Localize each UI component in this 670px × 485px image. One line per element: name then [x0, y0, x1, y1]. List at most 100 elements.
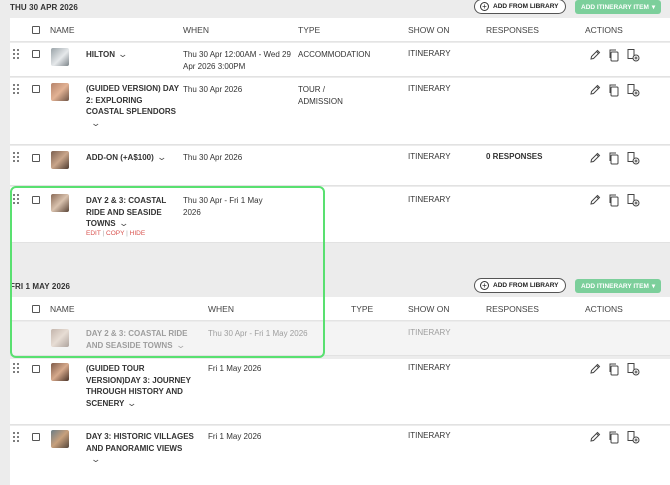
section-header-fri: FRI 1 MAY 2026 + ADD FROM LIBRARY ADD IT… [0, 278, 670, 295]
item-name[interactable]: DAY 2 & 3: COASTAL RIDE AND SEASIDE TOWN… [86, 195, 180, 230]
table-header: NAME WHEN TYPE SHOW ON RESPONSES ACTIONS [10, 18, 670, 42]
item-thumbnail [51, 83, 69, 101]
table-header: NAME WHEN TYPE SHOW ON RESPONSES ACTIONS [10, 297, 670, 321]
chevron-down-icon: ⌄ [175, 339, 186, 350]
move-day-icon[interactable] [626, 151, 640, 165]
col-when: WHEN [183, 25, 209, 35]
item-thumbnail [51, 363, 69, 381]
hide-link[interactable]: HIDE [130, 230, 146, 237]
copy-icon[interactable] [607, 83, 621, 97]
item-thumbnail [51, 194, 69, 212]
copy-icon[interactable] [607, 48, 621, 62]
item-when: Thu 30 Apr - Fri 1 May 2026 [183, 196, 263, 217]
copy-icon[interactable] [607, 430, 621, 444]
item-responses[interactable]: 0 RESPONSES [486, 152, 542, 161]
row-checkbox[interactable] [32, 85, 40, 93]
table-row[interactable]: (GUIDED TOUR VERSION)DAY 3: JOURNEY THRO… [10, 359, 670, 425]
drag-handle-icon[interactable] [13, 363, 21, 373]
item-name[interactable]: (GUIDED TOUR VERSION)DAY 3: JOURNEY THRO… [86, 363, 196, 409]
copy-link[interactable]: COPY [106, 230, 124, 237]
drag-handle-icon[interactable] [13, 432, 21, 442]
chevron-down-icon[interactable]: ⌄ [127, 398, 138, 410]
section-date: THU 30 APR 2026 [10, 3, 78, 12]
plus-circle-icon: + [480, 281, 489, 290]
item-name: DAY 2 & 3: COASTAL RIDE AND SEASIDE TOWN… [86, 329, 188, 350]
copy-icon[interactable] [607, 362, 621, 376]
caret-down-icon: ▾ [651, 283, 656, 290]
drag-handle-icon[interactable] [13, 84, 21, 94]
copy-icon[interactable] [607, 151, 621, 165]
item-when: Thu 30 Apr 2026 [183, 153, 243, 162]
copy-icon[interactable] [607, 193, 621, 207]
row-checkbox[interactable] [32, 154, 40, 162]
move-day-icon[interactable] [626, 362, 640, 376]
pencil-icon[interactable] [588, 430, 602, 444]
add-from-library-button[interactable]: + ADD FROM LIBRARY [474, 0, 567, 14]
add-itinerary-item-button[interactable]: ADD ITINERARY ITEM ▾ [575, 0, 662, 14]
item-name[interactable]: DAY 3: HISTORIC VILLAGES AND PANORAMIC V… [86, 431, 201, 466]
row-actions [588, 48, 640, 62]
item-show-on: ITINERARY [408, 431, 451, 440]
item-when: Fri 1 May 2026 [208, 432, 262, 441]
move-day-icon[interactable] [626, 83, 640, 97]
chevron-down-icon[interactable]: ⌄ [90, 454, 101, 466]
move-day-icon[interactable] [626, 48, 640, 62]
add-itinerary-item-button[interactable]: ADD ITINERARY ITEM ▾ [575, 279, 662, 293]
item-show-on: ITINERARY [408, 195, 451, 204]
col-responses: RESPONSES [486, 25, 539, 35]
add-from-library-button[interactable]: + ADD FROM LIBRARY [474, 278, 567, 293]
chevron-down-icon[interactable]: ⌄ [90, 118, 101, 130]
col-name: NAME [50, 25, 75, 35]
row-actions [588, 83, 640, 97]
col-type: TYPE [351, 304, 374, 314]
pencil-icon[interactable] [588, 83, 602, 97]
drag-handle-icon[interactable] [13, 194, 21, 204]
plus-circle-icon: + [480, 2, 489, 11]
chevron-down-icon[interactable]: ⌄ [118, 49, 129, 61]
item-when: Thu 30 Apr 2026 [183, 85, 243, 94]
caret-down-icon: ▾ [651, 4, 656, 11]
move-day-icon[interactable] [626, 193, 640, 207]
select-all-checkbox[interactable] [32, 26, 40, 34]
row-checkbox[interactable] [32, 50, 40, 58]
col-when: WHEN [208, 304, 234, 314]
item-when: Thu 30 Apr 12:00AM - Wed 29 Apr 2026 3:0… [183, 50, 291, 71]
row-actions [588, 430, 640, 444]
drag-handle-icon[interactable] [13, 152, 21, 162]
pencil-icon[interactable] [588, 151, 602, 165]
pencil-icon[interactable] [588, 193, 602, 207]
col-responses: RESPONSES [486, 304, 539, 314]
row-checkbox[interactable] [32, 433, 40, 441]
item-thumbnail [51, 151, 69, 169]
table-row[interactable]: DAY 3: HISTORIC VILLAGES AND PANORAMIC V… [10, 426, 670, 485]
table-row[interactable]: HILTON ⌄ Thu 30 Apr 12:00AM - Wed 29 Apr … [10, 43, 670, 77]
col-show-on: SHOW ON [408, 25, 450, 35]
move-day-icon[interactable] [626, 430, 640, 444]
item-name[interactable]: ADD-ON (+A$100) ⌄ [86, 152, 196, 164]
item-name[interactable]: HILTON ⌄ [86, 49, 180, 61]
chevron-down-icon[interactable]: ⌄ [156, 152, 167, 164]
table-row[interactable]: (GUIDED VERSION) DAY 2: EXPLORING COASTA… [10, 78, 670, 145]
pencil-icon[interactable] [588, 48, 602, 62]
item-thumbnail [51, 48, 69, 66]
drag-handle-icon[interactable] [13, 49, 21, 59]
table-row[interactable]: ADD-ON (+A$100) ⌄ Thu 30 Apr 2026 ITINERA… [10, 146, 670, 186]
item-type: TOUR / ADMISSION [298, 85, 343, 106]
item-show-on: ITINERARY [408, 84, 451, 93]
col-actions: ACTIONS [585, 304, 623, 314]
row-checkbox[interactable] [32, 365, 40, 373]
select-all-checkbox[interactable] [32, 305, 40, 313]
chevron-down-icon[interactable]: ⌄ [118, 218, 129, 230]
edit-link[interactable]: EDIT [86, 230, 101, 237]
item-show-on: ITINERARY [408, 152, 451, 161]
item-type: ACCOMMODATION [298, 50, 371, 59]
item-show-on: ITINERARY [408, 363, 451, 372]
item-name[interactable]: (GUIDED VERSION) DAY 2: EXPLORING COASTA… [86, 83, 180, 129]
item-show-on: ITINERARY [408, 328, 451, 337]
item-thumbnail [51, 329, 69, 347]
table-row[interactable]: DAY 2 & 3: COASTAL RIDE AND SEASIDE TOWN… [10, 187, 670, 243]
pencil-icon[interactable] [588, 362, 602, 376]
row-actions [588, 193, 640, 207]
row-checkbox[interactable] [32, 196, 40, 204]
col-type: TYPE [298, 25, 321, 35]
